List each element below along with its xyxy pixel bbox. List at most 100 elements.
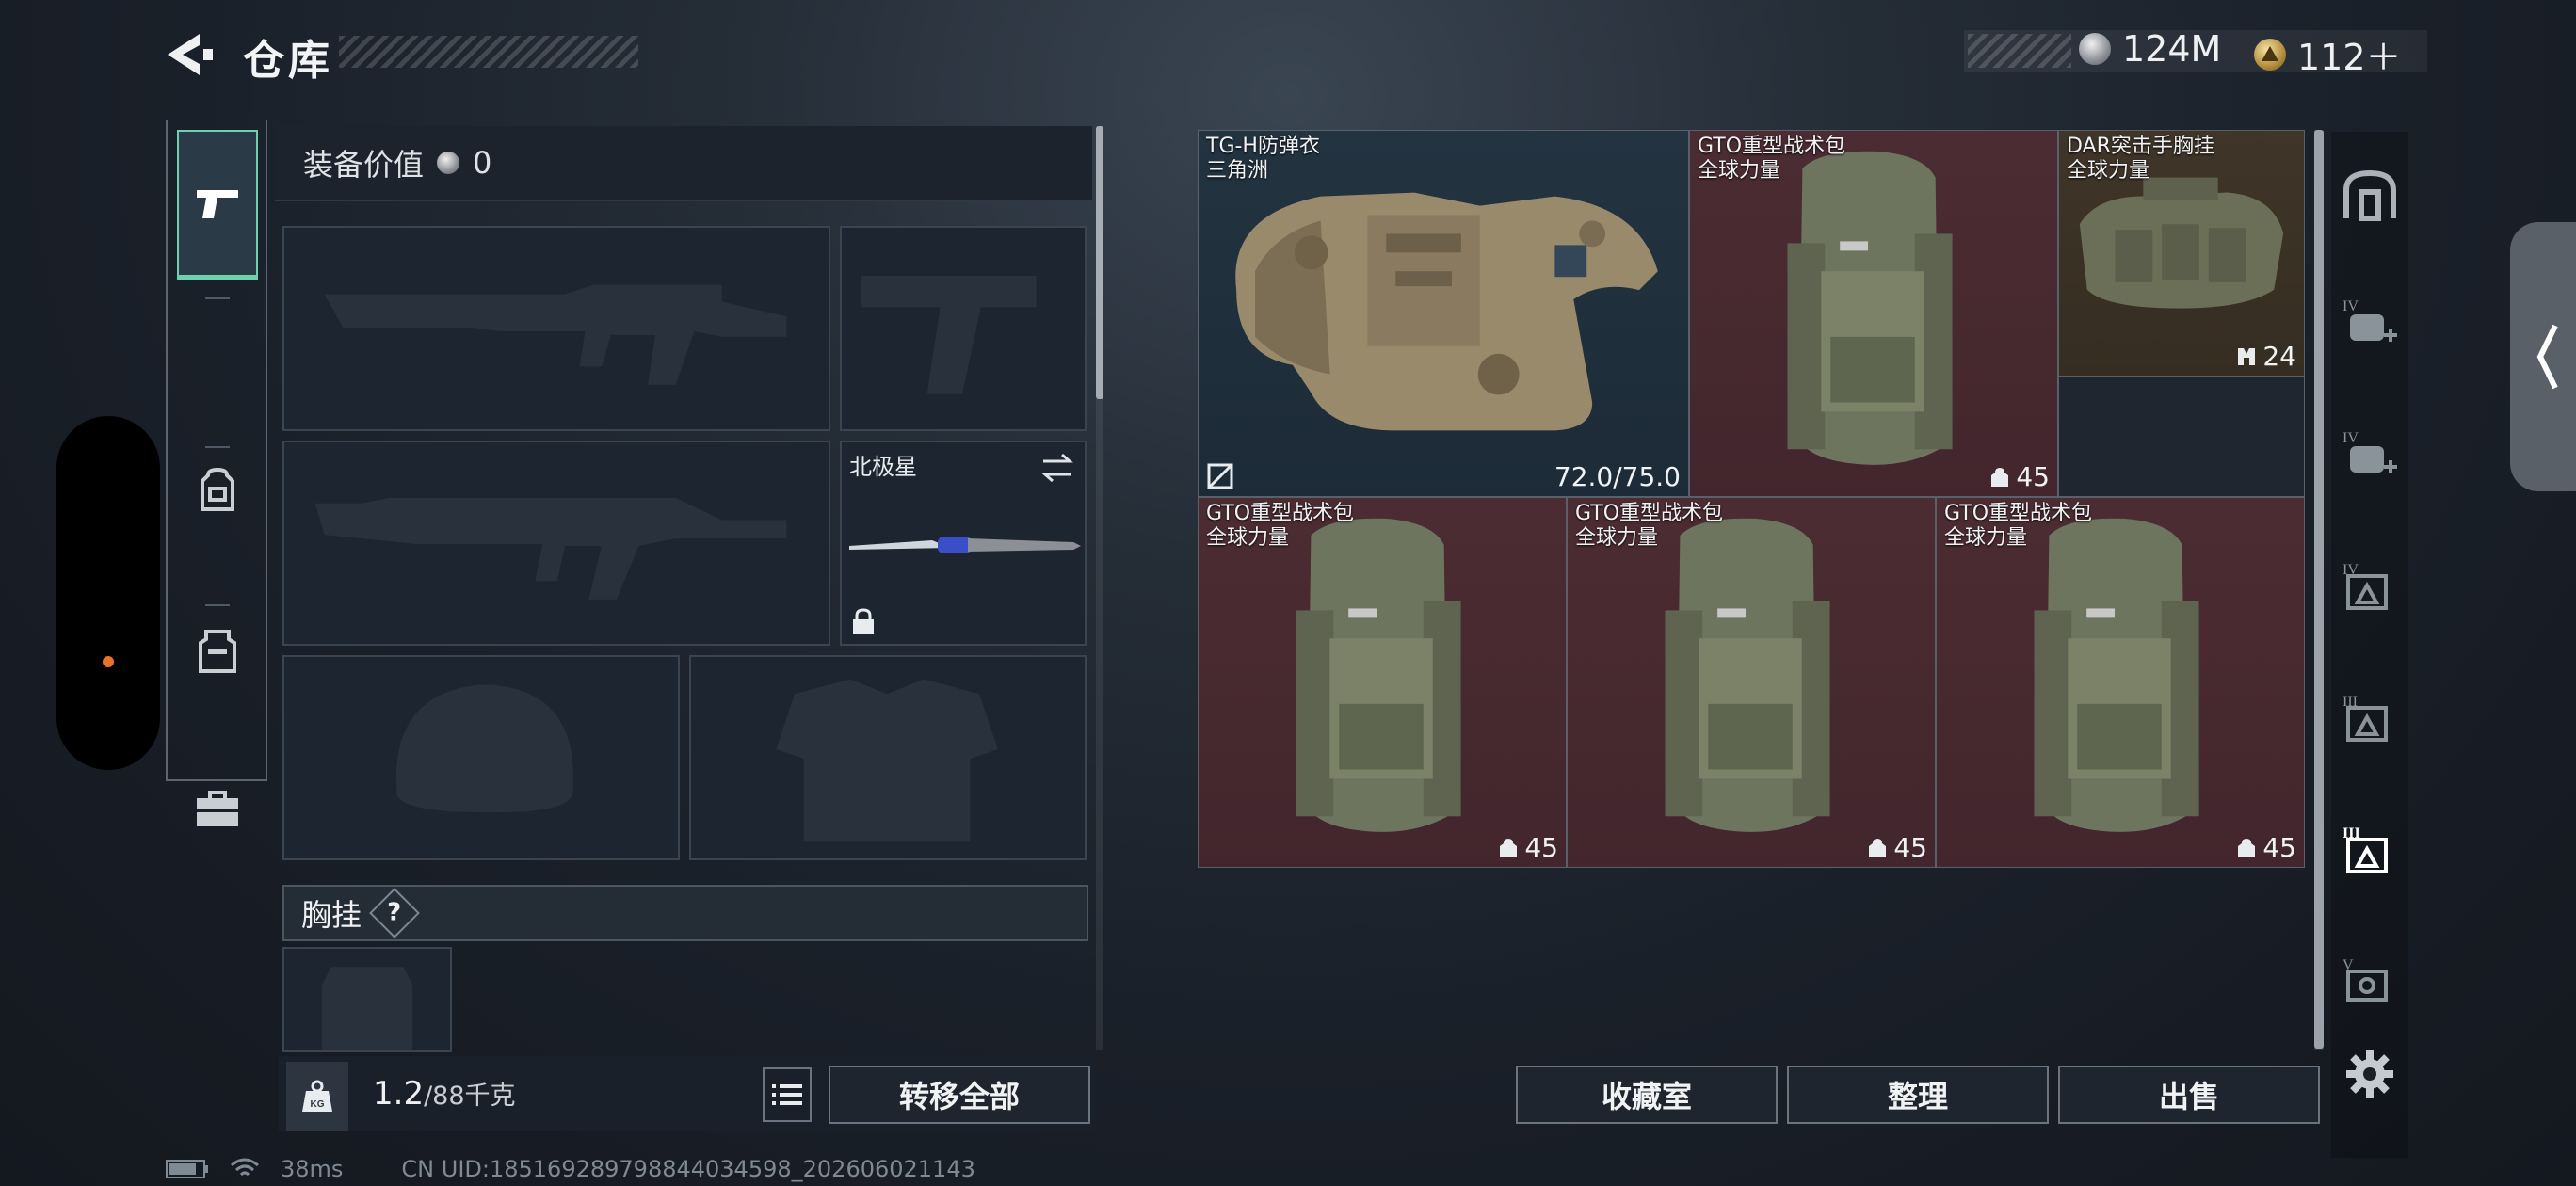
- case-icon: [197, 791, 238, 826]
- tier-three-filter-icon[interactable]: III: [2341, 689, 2399, 747]
- item-capacity: 45: [1867, 832, 1927, 863]
- item-name: GTO重型战术包 全球力量: [1206, 502, 1355, 550]
- storage-empty-slot[interactable]: [2058, 377, 2305, 497]
- item-name: GTO重型战术包 全球力量: [1944, 502, 2093, 550]
- item-capacity: 45: [2236, 832, 2296, 863]
- currency-bar-decoration: [1968, 34, 2071, 68]
- item-name: GTO重型战术包 全球力量: [1698, 135, 1846, 183]
- weight-icon: KG: [286, 1062, 348, 1131]
- tactical-bag-image: [2034, 518, 2199, 832]
- capacity-icon: [2238, 838, 2256, 857]
- nav-weapons[interactable]: [177, 130, 258, 280]
- lock-icon: [853, 608, 874, 634]
- swap-icon[interactable]: [1039, 452, 1075, 484]
- sort-button[interactable]: 整理: [1787, 1066, 2049, 1124]
- storage-item-bag[interactable]: GTO重型战术包 全球力量 45: [1936, 497, 2305, 868]
- list-icon: [772, 1084, 802, 1105]
- storage-home-icon[interactable]: [2341, 166, 2399, 224]
- tactical-bag-image: [1665, 518, 1830, 832]
- svg-text:IV: IV: [2343, 298, 2359, 314]
- item-capacity: 45: [1989, 461, 2050, 492]
- chest-rig-label: 胸挂: [301, 897, 362, 933]
- tier-three-filter-active-icon[interactable]: III: [2341, 821, 2399, 879]
- armor-slot[interactable]: [689, 655, 1087, 860]
- rig-capacity-icon: [2238, 347, 2256, 365]
- equipment-scrollbar[interactable]: [1096, 126, 1103, 399]
- help-icon[interactable]: ?: [369, 888, 420, 938]
- pistol-silhouette-icon: [861, 276, 1037, 394]
- transfer-all-button[interactable]: 转移全部: [829, 1066, 1090, 1124]
- nav-backpack[interactable]: [177, 414, 258, 565]
- helmet-silhouette-icon: [395, 684, 574, 813]
- item-name: DAR突击手胸挂 全球力量: [2067, 135, 2214, 183]
- chevron-left-icon: [2536, 324, 2558, 390]
- item-durability: 72.0/75.0: [1554, 461, 1681, 492]
- back-arrow-icon[interactable]: [162, 30, 218, 79]
- item-name: TG-H防弹衣 三角洲: [1206, 135, 1320, 183]
- tier-four-add-icon[interactable]: IV: [2341, 425, 2399, 484]
- equipment-value-label: 装备价值: [303, 147, 425, 183]
- body-armor-image: [1235, 192, 1658, 431]
- sell-button[interactable]: 出售: [2058, 1066, 2320, 1124]
- settings-gear-icon[interactable]: [2341, 1045, 2399, 1103]
- tactical-bag-image: [1787, 151, 1953, 465]
- storage-scrollbar[interactable]: [2314, 130, 2324, 1049]
- tier-four-add-icon[interactable]: IV: [2341, 294, 2399, 352]
- chest-rig-header: 胸挂 ?: [282, 885, 1088, 941]
- chest-rig-slot[interactable]: [282, 947, 452, 1052]
- collection-room-button[interactable]: 收藏室: [1516, 1066, 1778, 1124]
- storage-item-bag[interactable]: GTO重型战术包 全球力量 45: [1198, 497, 1567, 868]
- tactical-bag-image: [1296, 518, 1461, 832]
- storage-item-rig[interactable]: DAR突击手胸挂 全球力量 24: [2058, 130, 2305, 377]
- capacity-icon: [1869, 838, 1887, 857]
- carry-weight-value: 1.2: [373, 1075, 425, 1113]
- storage-item-vest[interactable]: TG-H防弹衣 三角洲 72.0/75.0: [1198, 130, 1689, 497]
- gold-currency[interactable]: 112＋: [2254, 28, 2402, 80]
- rifle-silhouette-icon: [324, 284, 787, 385]
- pistol-icon: [197, 190, 238, 218]
- tier-five-filter-icon[interactable]: V: [2341, 953, 2399, 1011]
- side-drawer-handle[interactable]: [2510, 222, 2576, 491]
- melee-name: 北极星: [849, 454, 917, 480]
- storage-item-bag[interactable]: GTO重型战术包 全球力量 45: [1689, 130, 2058, 497]
- user-uid: CN UID:185169289798844034598_20260602114…: [401, 1156, 975, 1182]
- nav-chest-rig[interactable]: [177, 576, 258, 727]
- nav-case[interactable]: [177, 734, 258, 885]
- notch-indicator: [103, 656, 114, 667]
- item-name: GTO重型战术包 全球力量: [1575, 502, 1724, 550]
- svg-text:IV: IV: [2343, 430, 2359, 446]
- silver-amount: 124M: [2122, 28, 2222, 70]
- armor-silhouette-icon: [776, 679, 998, 842]
- carry-weight-max: /88千克: [424, 1082, 516, 1111]
- storage-item-bag[interactable]: GTO重型战术包 全球力量 45: [1567, 497, 1936, 868]
- silver-currency[interactable]: 124M: [2079, 28, 2221, 70]
- svg-text:KG: KG: [311, 1099, 325, 1110]
- rifle-silhouette-icon: [314, 497, 787, 600]
- knife-icon: [849, 537, 1081, 553]
- item-capacity: 24: [2236, 341, 2296, 372]
- category-nav: [166, 120, 267, 826]
- secondary-weapon-slot[interactable]: [282, 441, 830, 646]
- gold-amount: 112＋: [2297, 37, 2402, 78]
- backpack-icon: [201, 468, 234, 511]
- gold-coin-icon: [2254, 38, 2286, 71]
- chest-rig-silhouette-icon: [321, 967, 413, 1050]
- page-title: 仓库: [243, 37, 333, 85]
- list-view-button[interactable]: [763, 1067, 812, 1122]
- ping-value: 38ms: [281, 1156, 344, 1182]
- battery-icon: [166, 1160, 208, 1178]
- capacity-icon: [1991, 467, 2009, 487]
- title-decoration: [339, 36, 638, 68]
- equipment-value-amount: 0: [473, 145, 492, 181]
- primary-weapon-slot[interactable]: [282, 226, 830, 431]
- capacity-icon: [1500, 838, 1518, 857]
- wifi-icon: [231, 1158, 259, 1177]
- item-capacity: 45: [1498, 832, 1558, 863]
- tier-four-filter-icon[interactable]: IV: [2341, 557, 2399, 616]
- status-bar: 38ms CN UID:185169289798844034598_202606…: [166, 1156, 975, 1182]
- sidearm-slot[interactable]: [840, 226, 1087, 431]
- silver-coin-icon: [2079, 33, 2111, 65]
- helmet-slot[interactable]: [282, 655, 680, 860]
- equipment-value: 装备价值 0: [275, 126, 1092, 201]
- melee-slot[interactable]: 北极星: [840, 441, 1087, 646]
